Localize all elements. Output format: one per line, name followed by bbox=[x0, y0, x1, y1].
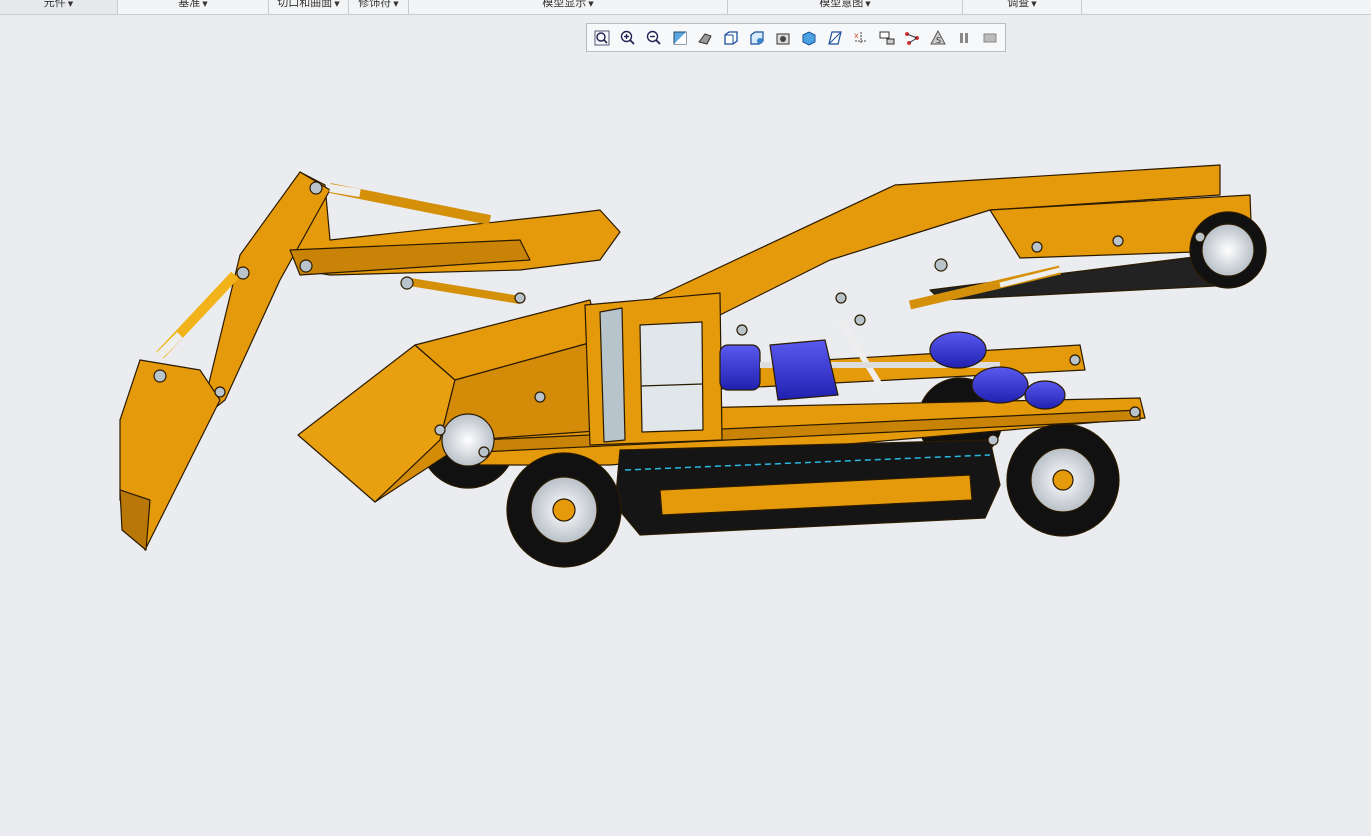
chevron-down-icon: ▼ bbox=[334, 0, 340, 8]
zoom-out-icon bbox=[646, 30, 661, 45]
ribbon-group-label: 切口和曲面 bbox=[277, 0, 333, 9]
perspective-view-button[interactable] bbox=[798, 27, 820, 49]
repaint-icon bbox=[673, 31, 687, 44]
spin-center-button[interactable] bbox=[695, 27, 717, 49]
chevron-down-icon: ▼ bbox=[202, 0, 208, 8]
ribbon-group-modifiers[interactable]: 修饰符 ▼ bbox=[349, 0, 409, 14]
pause-button[interactable] bbox=[953, 27, 975, 49]
excavator-model[interactable] bbox=[0, 15, 1371, 836]
section-button[interactable] bbox=[824, 27, 846, 49]
view-manager-button[interactable] bbox=[772, 27, 794, 49]
ribbon-group-label: 元件 bbox=[43, 0, 66, 9]
svg-text:S: S bbox=[936, 36, 941, 45]
ribbon-group-model-intent[interactable]: 模型意图 ▼ bbox=[728, 0, 963, 14]
refit-icon bbox=[594, 30, 610, 45]
connection-icon bbox=[905, 31, 920, 45]
zoom-in-button[interactable] bbox=[617, 27, 639, 49]
datum-display-icon: x bbox=[854, 31, 867, 44]
ribbon-group-label: 模型意图 bbox=[819, 0, 864, 9]
view-manager-icon bbox=[776, 33, 790, 44]
perspective-view-icon bbox=[802, 30, 816, 46]
refit-button[interactable] bbox=[591, 27, 613, 49]
ribbon-group-bar: 元件 ▼ 基准 ▼ 切口和曲面 ▼ 修饰符 ▼ 模型显示 ▼ 模型意图 ▼ 调查 ▼ bbox=[0, 0, 1371, 15]
svg-text:x: x bbox=[854, 31, 859, 40]
datum-display-button[interactable]: x bbox=[850, 27, 872, 49]
ribbon-group-label: 调查 bbox=[1007, 0, 1030, 9]
stop-icon bbox=[983, 33, 997, 42]
ribbon-group-datum[interactable]: 基准 ▼ bbox=[118, 0, 269, 14]
ribbon-group-label: 模型显示 bbox=[542, 0, 587, 9]
simulation-button[interactable]: S bbox=[927, 27, 949, 49]
annotation-display-button[interactable] bbox=[876, 27, 898, 49]
pause-icon bbox=[960, 32, 969, 43]
display-style-button[interactable] bbox=[720, 27, 742, 49]
stop-button[interactable] bbox=[979, 27, 1001, 49]
ribbon-group-label: 基准 bbox=[178, 0, 201, 9]
ribbon-group-label: 修饰符 bbox=[358, 0, 392, 9]
simulation-icon: S bbox=[930, 29, 947, 45]
zoom-out-button[interactable] bbox=[643, 27, 665, 49]
chevron-down-icon: ▼ bbox=[588, 0, 594, 8]
section-icon bbox=[828, 30, 842, 45]
ribbon-group-components[interactable]: 元件 ▼ bbox=[0, 0, 118, 14]
chevron-down-icon: ▼ bbox=[393, 0, 399, 8]
saved-orientations-button[interactable] bbox=[746, 27, 768, 49]
ribbon-group-cuts-surfaces[interactable]: 切口和曲面 ▼ bbox=[269, 0, 349, 14]
repaint-button[interactable] bbox=[669, 27, 691, 49]
graphics-toolbar: x S bbox=[586, 23, 1006, 52]
annotation-display-icon bbox=[879, 31, 895, 44]
ribbon-group-model-display[interactable]: 模型显示 ▼ bbox=[409, 0, 728, 14]
graphics-viewport[interactable] bbox=[0, 15, 1371, 836]
ribbon-group-investigate[interactable]: 调查 ▼ bbox=[963, 0, 1082, 14]
spin-center-icon bbox=[698, 32, 713, 45]
chevron-down-icon: ▼ bbox=[865, 0, 871, 8]
connection-button[interactable] bbox=[902, 27, 924, 49]
display-style-icon bbox=[724, 30, 738, 45]
chevron-down-icon: ▼ bbox=[1031, 0, 1037, 8]
chevron-down-icon: ▼ bbox=[67, 0, 74, 8]
saved-orientations-icon bbox=[750, 30, 764, 45]
zoom-in-icon bbox=[620, 30, 635, 45]
